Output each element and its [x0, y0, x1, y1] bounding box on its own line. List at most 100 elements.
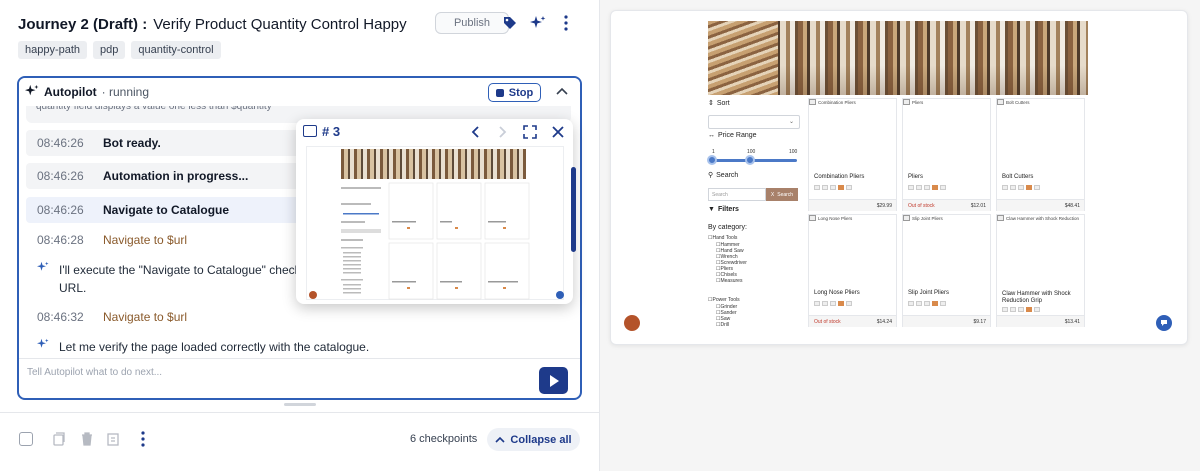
divider	[0, 412, 600, 413]
log-time: 08:46:32	[37, 310, 84, 324]
collapse-all-label: Collapse all	[510, 433, 572, 446]
sparkle-icon[interactable]	[528, 13, 548, 33]
product-name: Slip Joint Pliers	[908, 290, 950, 296]
product-card[interactable]: Pliers Pliers Out of stock $12.01	[902, 98, 991, 211]
product-card[interactable]: Bolt Cutters Bolt Cutters $48.41	[996, 98, 1085, 211]
stock-status: Out of stock	[814, 319, 841, 325]
autopilot-header: Autopilot · running Stop	[19, 78, 580, 106]
browser-viewport[interactable]: ⇕ Sort ⌄ ↔ Price Range 1 100 100 ⚲ Search S…	[610, 10, 1188, 345]
stock-status: Out of stock	[908, 203, 935, 209]
stop-label: Stop	[508, 86, 534, 99]
autopilot-title: Autopilot	[44, 85, 97, 99]
sparkle-icon	[37, 338, 55, 356]
tag-chip[interactable]: pdp	[93, 41, 126, 59]
journey-panel: Journey 2 (Draft) : Verify Product Quant…	[0, 0, 600, 471]
chevron-up-icon	[495, 436, 505, 443]
chevron-up-icon[interactable]	[554, 83, 570, 99]
product-name: Bolt Cutters	[1002, 174, 1034, 180]
price-range-label: ↔ Price Range	[708, 132, 757, 139]
broken-image-icon	[903, 215, 910, 221]
log-message: Navigate to Catalogue	[103, 203, 230, 217]
product-card[interactable]: Claw Hammer with Shock Reduction Claw Ha…	[996, 214, 1085, 327]
log-entry: 08:46:32 Navigate to $url	[26, 304, 571, 330]
select-all-checkbox[interactable]	[19, 432, 33, 446]
product-price: $29.99	[876, 203, 892, 209]
category-checkbox-power-tools[interactable]: ☐Power Tools	[708, 297, 740, 303]
close-icon[interactable]	[550, 123, 566, 141]
tag-chip[interactable]: happy-path	[18, 41, 88, 59]
sort-select[interactable]: ⌄	[708, 115, 800, 129]
product-price: $9.17	[973, 319, 986, 325]
quantity-stepper[interactable]	[1002, 307, 1040, 312]
sparkle-icon	[37, 261, 55, 297]
product-footer: $9.17	[903, 315, 990, 327]
search-button[interactable]: X Search	[766, 188, 798, 201]
broken-image-icon	[809, 215, 816, 221]
trash-icon[interactable]	[80, 431, 94, 447]
chevron-right-icon[interactable]	[495, 123, 511, 141]
product-card[interactable]: Long Nose Pliers Long Nose Pliers Out of…	[808, 214, 897, 327]
tag-list: happy-path pdp quantity-control	[18, 41, 221, 59]
product-card[interactable]: Slip Joint Pliers Slip Joint Pliers $9.1…	[902, 214, 991, 327]
collapse-all-button[interactable]: Collapse all	[487, 428, 580, 451]
search-icon: ⚲	[708, 172, 714, 179]
log-message: Bot ready.	[103, 136, 161, 150]
product-image: Long Nose Pliers	[809, 215, 852, 221]
product-card[interactable]: Combination Pliers Combination Pliers $2…	[808, 98, 897, 211]
product-image: Claw Hammer with Shock Reduction	[997, 215, 1079, 221]
category-checkbox[interactable]: ☐Drill	[716, 322, 729, 328]
autopilot-input[interactable]: Tell Autopilot what to do next...	[27, 367, 162, 378]
popup-toolbar: # 3	[296, 119, 573, 145]
broken-image-icon	[997, 99, 1004, 105]
more-options-icon[interactable]	[556, 13, 576, 33]
export-icon[interactable]	[107, 431, 121, 447]
product-image: Combination Pliers	[809, 99, 856, 105]
category-checkbox[interactable]: ☐Measures	[716, 278, 742, 284]
broken-image-icon	[809, 99, 816, 105]
site-logo-badge[interactable]	[624, 315, 640, 331]
quantity-stepper[interactable]	[1002, 185, 1040, 190]
chevron-left-icon[interactable]	[467, 123, 483, 141]
tag-chip[interactable]: quantity-control	[131, 41, 221, 59]
quantity-stepper[interactable]	[908, 301, 946, 306]
price-slider-max-handle[interactable]	[745, 155, 755, 165]
more-options-icon[interactable]	[136, 430, 150, 448]
duplicate-icon[interactable]	[52, 431, 66, 447]
quantity-stepper[interactable]	[814, 185, 852, 190]
search-input[interactable]: Search	[708, 188, 766, 201]
autopilot-status: · running	[101, 85, 150, 99]
checkpoints-footer: 6 checkpoints Collapse all	[0, 426, 600, 454]
journey-subtitle: Verify Product Quantity Control Happy P.…	[153, 15, 412, 33]
log-scrollbar[interactable]	[571, 167, 576, 252]
product-price: $12.01	[970, 203, 986, 209]
chat-widget-icon[interactable]	[1156, 315, 1172, 331]
screenshot-thumbnail[interactable]	[306, 146, 564, 300]
search-label: ⚲ Search	[708, 171, 739, 180]
by-category-label: By category:	[708, 224, 747, 231]
product-footer: $48.41	[997, 199, 1084, 211]
quantity-stepper[interactable]	[814, 301, 852, 306]
sort-label: ⇕ Sort	[708, 99, 730, 108]
tag-icon[interactable]	[500, 13, 520, 33]
checkpoint-count: 6 checkpoints	[410, 433, 478, 445]
category-checkbox-hand-tools[interactable]: ☐Hand Tools	[708, 235, 737, 241]
product-image: Slip Joint Pliers	[903, 215, 943, 221]
log-message: Navigate to $url	[103, 310, 188, 324]
journey-title: Journey 2 (Draft) :	[18, 15, 148, 33]
clear-icon: X	[770, 191, 775, 198]
publish-button[interactable]: Publish	[435, 12, 509, 34]
expand-icon[interactable]	[522, 123, 538, 141]
stop-button[interactable]: Stop	[488, 83, 541, 102]
log-time: 08:46:28	[37, 233, 84, 247]
product-price: $14.24	[876, 319, 892, 325]
quantity-stepper[interactable]	[908, 185, 946, 190]
app-root: Journey 2 (Draft) : Verify Product Quant…	[0, 0, 1200, 471]
broken-image-icon	[903, 99, 910, 105]
resize-handle[interactable]	[284, 403, 316, 406]
sparkle-icon	[25, 84, 39, 103]
product-image: Pliers	[903, 99, 923, 105]
autopilot-input-row: Tell Autopilot what to do next...	[19, 358, 580, 398]
ai-message-text: I'll execute the "Navigate to Catalogue"…	[59, 263, 301, 295]
send-button[interactable]	[539, 367, 568, 394]
price-slider-min-handle[interactable]	[707, 155, 717, 165]
